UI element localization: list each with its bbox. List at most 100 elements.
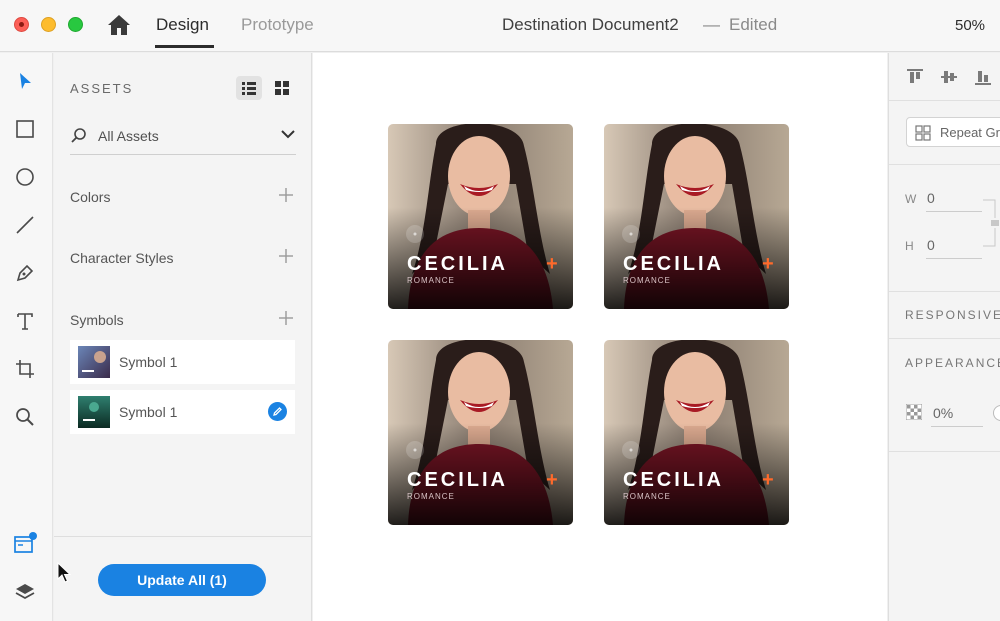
- opacity-checker-icon: [906, 404, 922, 420]
- align-bottom-icon[interactable]: [973, 67, 993, 87]
- layers-panel-toggle[interactable]: [12, 579, 38, 605]
- title-separator: —: [703, 15, 720, 34]
- panel-divider: [889, 164, 1000, 165]
- symbol-label: Symbol 1: [119, 354, 178, 370]
- cecilia-card[interactable]: CECILIA ROMANCE +: [388, 124, 573, 309]
- text-icon: [17, 313, 33, 330]
- plus-icon[interactable]: [278, 187, 294, 203]
- pen-icon: [16, 264, 34, 282]
- asset-filter-label: All Assets: [98, 128, 159, 144]
- align-top-icon[interactable]: [905, 67, 925, 87]
- plus-icon[interactable]: +: [762, 470, 774, 490]
- tool-bar: [0, 53, 53, 621]
- plus-icon[interactable]: +: [762, 254, 774, 274]
- width-underline: [926, 211, 982, 212]
- text-tool[interactable]: [12, 308, 38, 334]
- update-all-button[interactable]: Update All (1): [98, 564, 266, 596]
- lock-icon[interactable]: [981, 198, 999, 248]
- edit-symbol-button[interactable]: [268, 402, 287, 421]
- card-subtitle: ROMANCE: [623, 276, 671, 285]
- cecilia-card[interactable]: CECILIA ROMANCE +: [388, 340, 573, 525]
- pen-tool[interactable]: [12, 260, 38, 286]
- card-name: CECILIA: [623, 469, 724, 491]
- tab-design-indicator: [155, 45, 214, 48]
- cecilia-card[interactable]: CECILIA ROMANCE +: [604, 340, 789, 525]
- title-bar: Design Prototype Destination Document2 —…: [0, 0, 1000, 52]
- width-field[interactable]: 0: [927, 190, 935, 206]
- ellipse-icon: [16, 168, 34, 186]
- symbol-thumbnail: [78, 396, 110, 428]
- opacity-field[interactable]: 0%: [933, 405, 953, 421]
- plus-icon[interactable]: +: [546, 254, 558, 274]
- tab-prototype[interactable]: Prototype: [241, 15, 314, 35]
- assets-panel: ASSETS All Assets Colors Character Style…: [54, 53, 312, 621]
- character-styles-section-label: Character Styles: [70, 250, 174, 266]
- list-view-button[interactable]: [236, 76, 262, 100]
- card-subtitle: ROMANCE: [407, 276, 455, 285]
- repeat-grid-button[interactable]: Repeat Gr: [906, 117, 1000, 147]
- design-canvas[interactable]: CECILIA ROMANCE + CECILIA ROMANCE + CECI…: [313, 53, 887, 621]
- colors-section-label: Colors: [70, 189, 111, 205]
- plus-icon[interactable]: +: [546, 470, 558, 490]
- symbol-thumbnail: [78, 346, 110, 378]
- line-icon: [16, 216, 34, 234]
- edit-pencil-icon: [273, 407, 282, 416]
- layers-icon: [15, 584, 35, 600]
- card-subtitle: ROMANCE: [623, 492, 671, 501]
- panel-divider: [889, 451, 1000, 452]
- rectangle-tool[interactable]: [12, 116, 38, 142]
- zoom-icon: [16, 408, 34, 426]
- tab-design[interactable]: Design: [156, 15, 209, 35]
- height-underline: [926, 258, 982, 259]
- appearance-section-label: APPEARANCE: [905, 356, 1000, 370]
- properties-panel: Repeat Gr W 0 H 0 RESPONSIVE APPEARANCE …: [888, 53, 1000, 621]
- plus-icon[interactable]: [278, 248, 294, 264]
- home-icon[interactable]: [106, 13, 132, 37]
- height-label: H: [905, 239, 914, 253]
- chevron-down-icon: [281, 130, 295, 139]
- symbols-section-label: Symbols: [70, 312, 124, 328]
- line-tool[interactable]: [12, 212, 38, 238]
- card-name: CECILIA: [623, 253, 724, 275]
- cecilia-card[interactable]: CECILIA ROMANCE +: [604, 124, 789, 309]
- list-view-icon: [242, 82, 256, 95]
- rectangle-icon: [16, 120, 34, 138]
- document-title: Destination Document2: [502, 15, 679, 34]
- height-field[interactable]: 0: [927, 237, 935, 253]
- search-icon: [71, 128, 86, 143]
- card-subtitle: ROMANCE: [407, 492, 455, 501]
- responsive-section-label: RESPONSIVE: [905, 308, 1000, 322]
- ellipse-tool[interactable]: [12, 164, 38, 190]
- window-close-button[interactable]: [14, 17, 29, 32]
- card-name: CECILIA: [407, 253, 508, 275]
- grid-view-icon: [275, 81, 289, 95]
- artboard-icon: [16, 360, 34, 378]
- assets-title: ASSETS: [70, 81, 134, 96]
- zoom-tool[interactable]: [12, 404, 38, 430]
- width-label: W: [905, 192, 917, 206]
- panel-divider: [889, 338, 1000, 339]
- asset-filter-dropdown[interactable]: All Assets: [70, 120, 296, 155]
- align-middle-icon[interactable]: [939, 67, 959, 87]
- document-status: Edited: [729, 15, 778, 34]
- mouse-cursor: [57, 562, 71, 583]
- assets-icon: [14, 532, 37, 553]
- repeat-grid-label: Repeat Gr: [940, 125, 1000, 140]
- repeat-grid-icon: [915, 125, 931, 141]
- window-maximize-button[interactable]: [68, 17, 83, 32]
- panel-divider: [889, 100, 1000, 101]
- card-name: CECILIA: [407, 469, 508, 491]
- zoom-level[interactable]: 50%: [955, 17, 985, 34]
- symbol-list-item[interactable]: Symbol 1: [70, 340, 295, 384]
- grid-view-button[interactable]: [272, 78, 292, 98]
- assets-panel-toggle[interactable]: [12, 531, 38, 557]
- window-minimize-button[interactable]: [41, 17, 56, 32]
- symbol-label: Symbol 1: [119, 404, 178, 420]
- select-tool[interactable]: [12, 68, 38, 94]
- artboard-tool[interactable]: [12, 356, 38, 382]
- symbol-list-item[interactable]: Symbol 1: [70, 390, 295, 434]
- opacity-slider-handle[interactable]: [993, 405, 1000, 421]
- panel-divider: [889, 291, 1000, 292]
- plus-icon[interactable]: [278, 310, 294, 326]
- opacity-underline: [931, 426, 983, 427]
